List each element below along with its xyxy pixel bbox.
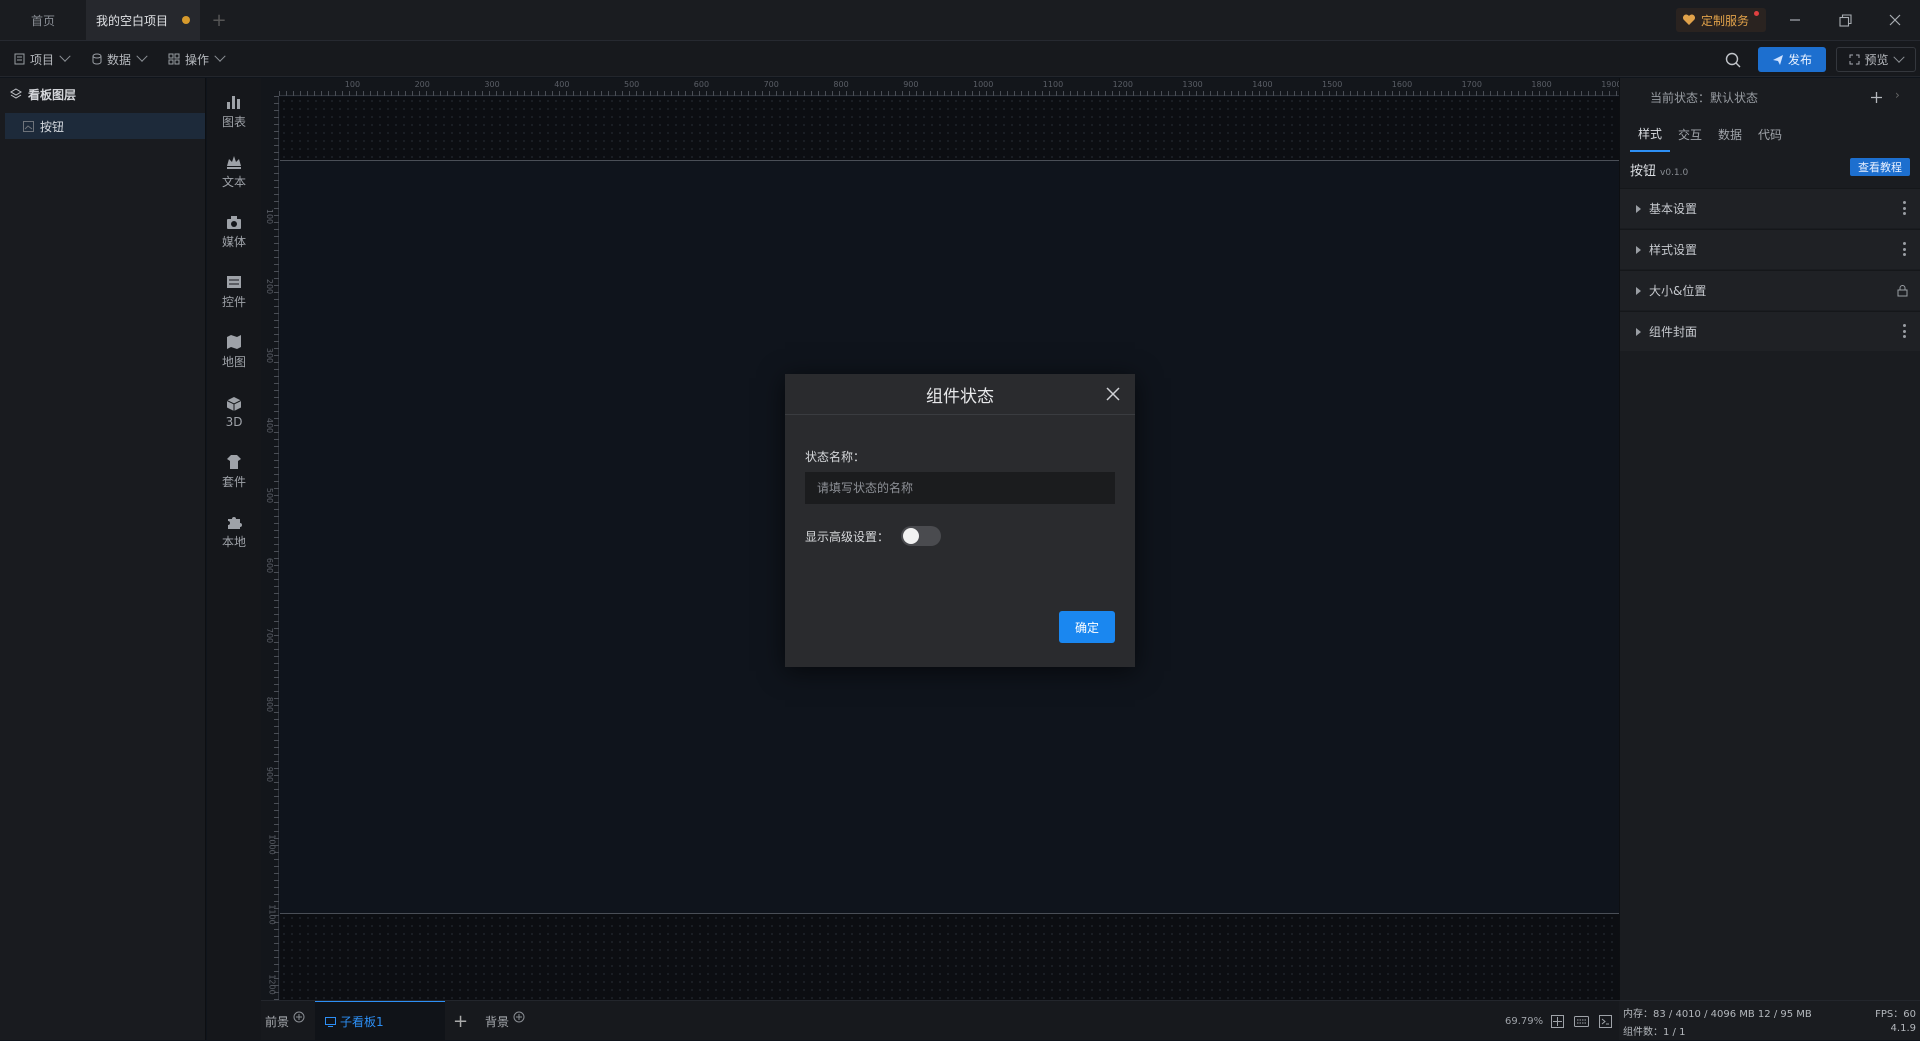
close-icon xyxy=(1106,387,1120,401)
advanced-settings-label: 显示高级设置： xyxy=(805,530,890,544)
advanced-settings-toggle[interactable] xyxy=(901,526,941,546)
dialog-close-button[interactable] xyxy=(1103,384,1123,404)
confirm-button[interactable]: 确定 xyxy=(1059,611,1115,643)
modal-overlay: 组件状态 状态名称： 显示高级设置： 确定 xyxy=(0,0,1920,1040)
state-name-input[interactable] xyxy=(805,472,1115,504)
dialog-title: 组件状态 xyxy=(926,386,994,407)
toggle-knob xyxy=(903,528,919,544)
component-state-dialog: 组件状态 状态名称： 显示高级设置： 确定 xyxy=(785,374,1135,667)
state-name-label: 状态名称： xyxy=(805,450,866,464)
dialog-header: 组件状态 xyxy=(785,374,1135,415)
